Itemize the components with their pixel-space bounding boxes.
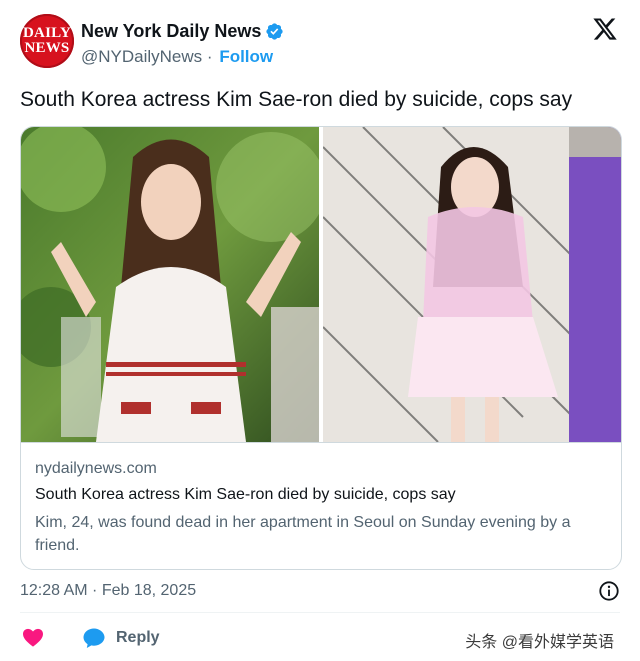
- reply-button[interactable]: Reply: [82, 624, 160, 652]
- x-logo-icon[interactable]: [592, 16, 618, 42]
- heart-icon[interactable]: [22, 627, 44, 647]
- tweet-header: DAILY NEWS New York Daily News @NYDailyN…: [20, 14, 620, 70]
- account-avatar[interactable]: DAILY NEWS: [20, 14, 74, 68]
- divider: [20, 612, 620, 613]
- action-bar: Reply 头条 @看外媒学英语: [20, 624, 620, 652]
- display-name-row: New York Daily News: [81, 19, 284, 43]
- verified-badge-icon: [266, 22, 284, 40]
- card-body[interactable]: nydailynews.com South Korea actress Kim …: [21, 442, 621, 569]
- card-media[interactable]: [21, 127, 621, 442]
- handle-separator: ·: [206, 47, 213, 66]
- reply-label: Reply: [116, 629, 160, 646]
- handle-row: @NYDailyNews · Follow: [81, 47, 284, 67]
- card-description: Kim, 24, was found dead in her apartment…: [35, 514, 571, 554]
- follow-button[interactable]: Follow: [219, 47, 273, 67]
- timestamp-row: 12:28 AM · Feb 18, 2025: [20, 579, 620, 603]
- display-name[interactable]: New York Daily News: [81, 21, 261, 42]
- link-card[interactable]: nydailynews.com South Korea actress Kim …: [20, 126, 622, 570]
- card-title[interactable]: South Korea actress Kim Sae-ron died by …: [35, 486, 456, 504]
- tweet-text: South Korea actress Kim Sae-ron died by …: [20, 88, 573, 111]
- avatar-line-1: DAILY: [23, 25, 71, 41]
- avatar-line-2: NEWS: [24, 40, 70, 56]
- photo-right: [323, 127, 621, 442]
- card-domain: nydailynews.com: [35, 460, 157, 477]
- info-icon[interactable]: [598, 580, 620, 602]
- account-handle[interactable]: @NYDailyNews: [81, 47, 202, 67]
- watermark: 头条 @看外媒学英语: [465, 634, 614, 651]
- account-names: New York Daily News @NYDailyNews · Follo…: [81, 19, 284, 67]
- photo-left: [21, 127, 319, 442]
- reply-bubble-icon: [83, 628, 105, 648]
- timestamp[interactable]: 12:28 AM · Feb 18, 2025: [20, 582, 196, 599]
